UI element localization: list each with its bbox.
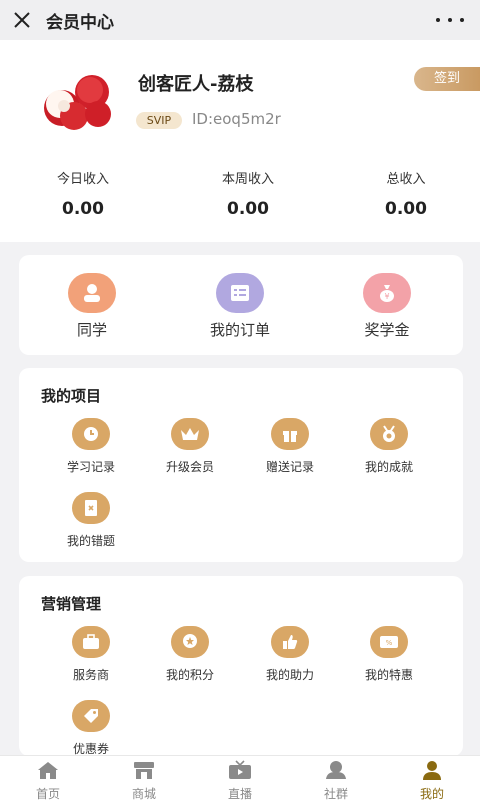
stat-value: 0.00 <box>385 199 427 219</box>
project-label: 我的错题 <box>66 534 115 548</box>
marketing-service-provider[interactable]: 服务商 <box>46 626 136 683</box>
quick-links-card: 同学 我的订单 ¥ 奖学金 <box>19 255 463 355</box>
more-options-button[interactable] <box>436 10 464 30</box>
project-wrong-questions[interactable]: 我的错题 <box>46 492 136 549</box>
tab-label: 首页 <box>35 787 60 800</box>
project-achievement[interactable]: 我的成就 <box>344 418 434 475</box>
quick-link-orders[interactable]: 我的订单 <box>195 273 285 340</box>
top-bar: 会员中心 <box>0 0 480 40</box>
project-label: 学习记录 <box>66 460 115 474</box>
tab-label: 商城 <box>131 787 156 800</box>
more-dot <box>460 18 464 22</box>
quick-link-label: 我的订单 <box>209 321 270 339</box>
crown-icon <box>171 418 209 450</box>
more-dot <box>448 18 452 22</box>
project-study-record[interactable]: 学习记录 <box>46 418 136 475</box>
marketing-points[interactable]: 我的积分 <box>145 626 235 683</box>
shop-icon <box>134 762 154 779</box>
person-icon <box>68 273 116 313</box>
marketing-label: 我的助力 <box>265 668 314 682</box>
quick-link-scholarship[interactable]: ¥ 奖学金 <box>342 273 432 340</box>
tab-community[interactable]: 社群 <box>301 759 371 800</box>
my-projects-card: 我的项目 学习记录 升级会员 赠送记录 我的成就 我的错题 <box>19 368 463 562</box>
gift-icon <box>271 418 309 450</box>
checkin-button[interactable]: 签到 <box>414 67 480 91</box>
quick-link-label: 同学 <box>76 321 107 339</box>
community-icon <box>326 761 346 779</box>
stat-label: 今日收入 <box>56 172 109 187</box>
profile-icon <box>423 761 441 780</box>
stat-value: 0.00 <box>227 199 269 219</box>
coupon-icon <box>72 700 110 732</box>
project-gift-record[interactable]: 赠送记录 <box>245 418 335 475</box>
marketing-label: 我的积分 <box>165 668 214 682</box>
stat-today[interactable]: 今日收入 0.00 <box>28 168 138 219</box>
quick-link-classmates[interactable]: 同学 <box>47 273 137 340</box>
home-icon <box>38 762 58 779</box>
tab-label: 我的 <box>419 787 444 800</box>
tab-shop[interactable]: 商城 <box>109 759 179 800</box>
user-name: 创客匠人-荔枝 <box>138 74 254 95</box>
close-icon <box>14 12 30 28</box>
user-id: ID:eoq5m2r <box>192 110 281 128</box>
money-bag-icon: ¥ <box>363 273 411 313</box>
avatar[interactable] <box>40 70 116 134</box>
project-label: 我的成就 <box>364 460 413 474</box>
project-label: 赠送记录 <box>265 460 314 474</box>
marketing-boost[interactable]: 我的助力 <box>245 626 335 683</box>
stat-label: 总收入 <box>386 172 426 187</box>
stat-week[interactable]: 本周收入 0.00 <box>193 168 303 219</box>
points-icon <box>171 626 209 658</box>
notebook-icon <box>72 492 110 524</box>
marketing-special-offers[interactable]: % 我的特惠 <box>344 626 434 683</box>
project-upgrade-member[interactable]: 升级会员 <box>145 418 235 475</box>
tab-live[interactable]: 直播 <box>205 759 275 800</box>
bottom-tab-bar: 首页 商城 直播 社群 我的 <box>0 755 480 800</box>
discount-icon: % <box>370 626 408 658</box>
marketing-label: 服务商 <box>72 668 109 682</box>
tab-mine[interactable]: 我的 <box>397 759 467 800</box>
project-label: 升级会员 <box>165 460 214 474</box>
marketing-coupons[interactable]: 优惠券 <box>46 700 136 756</box>
marketing-label: 优惠券 <box>72 742 109 756</box>
clock-icon <box>72 418 110 450</box>
marketing-card: 营销管理 服务商 我的积分 我的助力 % 我的特惠 优惠券 <box>19 576 463 756</box>
svg-text:%: % <box>386 639 393 647</box>
section-title: 营销管理 <box>41 595 102 613</box>
briefcase-icon <box>72 626 110 658</box>
more-dot <box>436 18 440 22</box>
profile-card: 创客匠人-荔枝 SVIP ID:eoq5m2r 签到 今日收入 0.00 本周收… <box>0 40 480 242</box>
section-title: 我的项目 <box>41 387 102 405</box>
svg-text:¥: ¥ <box>384 292 389 301</box>
stat-label: 本周收入 <box>221 172 274 187</box>
order-icon <box>216 273 264 313</box>
tab-label: 社群 <box>323 787 348 800</box>
stat-value: 0.00 <box>62 199 104 219</box>
page-title: 会员中心 <box>46 12 114 33</box>
stat-total[interactable]: 总收入 0.00 <box>351 168 461 219</box>
tab-home[interactable]: 首页 <box>13 759 83 800</box>
svip-badge: SVIP <box>136 112 182 129</box>
quick-link-label: 奖学金 <box>364 321 410 339</box>
tab-label: 直播 <box>227 787 252 800</box>
thumbs-up-icon <box>271 626 309 658</box>
close-button[interactable] <box>0 0 44 40</box>
tv-icon <box>229 760 251 779</box>
medal-icon <box>370 418 408 450</box>
marketing-label: 我的特惠 <box>364 668 413 682</box>
